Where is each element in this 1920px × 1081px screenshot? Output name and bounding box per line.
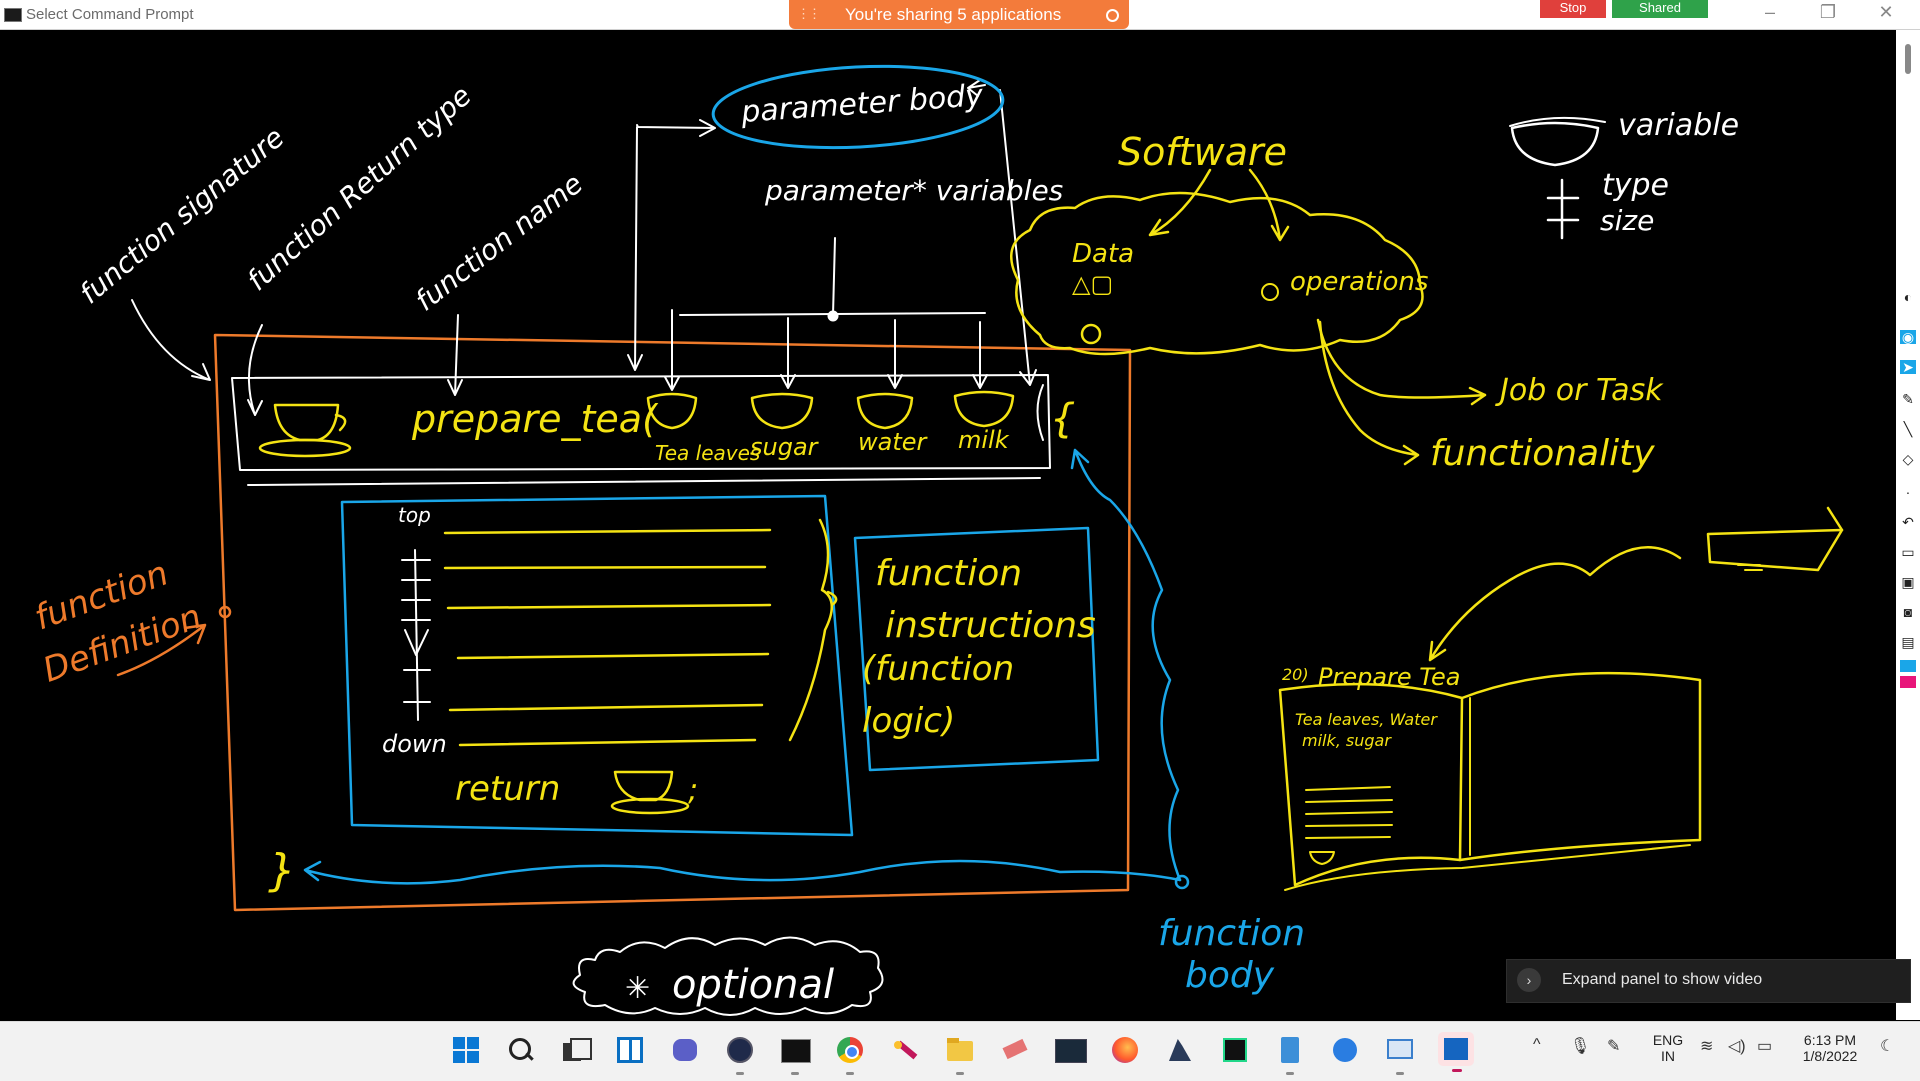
highlighter-icon[interactable]: ✎	[1900, 392, 1916, 406]
delete-icon[interactable]: ▭	[1900, 545, 1916, 559]
return-semicolon: ;	[688, 773, 698, 808]
chevron-right-icon[interactable]: ›	[1517, 968, 1541, 992]
clipboard-icon[interactable]: ▤	[1900, 635, 1916, 649]
screen-icon[interactable]: ▣	[1900, 575, 1916, 589]
label-function-body: function body	[1158, 913, 1305, 996]
param-sugar: sugar	[750, 433, 820, 461]
wifi-icon[interactable]: ≋	[1700, 1036, 1713, 1056]
drag-handle-icon[interactable]: ⋮⋮	[797, 6, 821, 22]
search-icon[interactable]	[505, 1035, 535, 1065]
color-pink-swatch[interactable]	[1900, 676, 1916, 688]
label-software: Software	[1118, 130, 1287, 174]
clock[interactable]: 6:13 PM 1/8/2022	[1790, 1032, 1870, 1064]
label-top: top	[398, 503, 431, 527]
teams-chat-icon[interactable]	[670, 1035, 700, 1065]
whiteboard-app-icon[interactable]	[1438, 1032, 1474, 1072]
file-explorer-icon[interactable]	[945, 1035, 975, 1075]
chrome-icon[interactable]	[835, 1035, 865, 1075]
param-tea-leaves: Tea leaves	[655, 441, 760, 465]
expand-video-text: Expand panel to show video	[1562, 971, 1763, 988]
line-icon[interactable]: ╲	[1900, 422, 1916, 436]
whiteboard-canvas[interactable]: function signature function Return type …	[0, 30, 1896, 1020]
window-title: Select Command Prompt	[26, 6, 194, 23]
taskbar: ^ 🎙 ✎ ENG IN ≋ ◁) ▭ 6:13 PM 1/8/2022 ☾	[0, 1021, 1920, 1081]
label-function-instructions: function instructions	[875, 553, 1096, 646]
command-prompt-icon	[4, 8, 22, 22]
volume-icon[interactable]: ◁)	[1728, 1036, 1746, 1056]
chevron-up-icon[interactable]: ^	[1533, 1036, 1541, 1054]
label-optional: optional	[672, 962, 834, 1008]
kali-icon[interactable]	[1165, 1035, 1195, 1065]
label-parameter-body: parameter body	[739, 78, 985, 130]
signature-function-name: prepare_tea(	[411, 397, 659, 441]
mysql-icon[interactable]	[1055, 1035, 1087, 1065]
book-ingredients-line2: milk, sugar	[1302, 731, 1392, 750]
param-milk: milk	[958, 426, 1010, 454]
language-code: ENG	[1652, 1032, 1684, 1048]
pointer-icon[interactable]: ➤	[1900, 360, 1916, 374]
maps-icon[interactable]	[1330, 1035, 1360, 1065]
label-type: type	[1602, 168, 1669, 203]
tool-rail: ◐ ◉ ➤ ✎ ╲ ◇ · ↶ ▭ ▣ ◙ ▤	[1896, 30, 1920, 1020]
book-title: Prepare Tea	[1318, 663, 1460, 691]
label-function-name: function name	[409, 167, 589, 318]
label-job-or-task: Job or Task	[1495, 373, 1664, 408]
param-water: water	[858, 428, 929, 456]
sharing-banner-text: You're sharing 5 applications	[845, 5, 1062, 24]
pycharm-icon[interactable]	[1220, 1035, 1250, 1065]
label-data: Data	[1072, 239, 1134, 269]
record-indicator-icon	[1106, 9, 1119, 22]
microphone-icon[interactable]: 🎙	[1570, 1036, 1590, 1056]
stop-sharing-button[interactable]: Stop	[1540, 0, 1606, 18]
label-size: size	[1600, 204, 1654, 237]
eraser-app-icon[interactable]	[1000, 1035, 1030, 1065]
language-indicator[interactable]: ENG IN	[1648, 1032, 1688, 1064]
sharing-banner[interactable]: ⋮⋮ You're sharing 5 applications	[789, 0, 1129, 29]
label-variable: variable	[1618, 108, 1739, 143]
star-icon: ✳	[625, 971, 650, 1006]
restore-icon[interactable]: ❐	[1808, 2, 1848, 23]
book-number: 20)	[1282, 665, 1309, 684]
eraser-icon[interactable]: ◇	[1900, 452, 1916, 466]
notepad-icon[interactable]	[1275, 1035, 1305, 1075]
label-function-definition: functionDefinition	[20, 548, 207, 691]
inner-body-box	[340, 494, 854, 837]
terminal-icon[interactable]	[780, 1035, 811, 1075]
remote-desktop-icon[interactable]	[1385, 1035, 1415, 1075]
minimize-icon[interactable]: –	[1750, 2, 1790, 23]
shared-status-button[interactable]: Shared	[1612, 0, 1708, 18]
expand-video-panel[interactable]: › Expand panel to show video	[1506, 959, 1911, 1003]
camera-icon[interactable]: ◙	[1900, 605, 1916, 619]
task-view-icon[interactable]	[560, 1035, 592, 1065]
open-brace: {	[1050, 396, 1075, 442]
eye-icon[interactable]: ◉	[1900, 330, 1916, 344]
pen-tray-icon[interactable]: ✎	[1607, 1036, 1620, 1056]
language-region: IN	[1661, 1048, 1675, 1064]
keyword-return: return	[455, 769, 560, 809]
close-brace: }	[268, 845, 296, 896]
paint-brush-icon[interactable]	[890, 1035, 920, 1065]
rail-scrollbar[interactable]	[1905, 44, 1911, 74]
pen-icon[interactable]: ◐	[1900, 290, 1916, 304]
color-blue-swatch[interactable]	[1900, 660, 1916, 672]
dot-icon[interactable]: ·	[1900, 485, 1916, 499]
label-parameter-variables: parameter* variables	[764, 174, 1063, 207]
label-operations: operations	[1290, 267, 1428, 297]
undo-icon[interactable]: ↶	[1900, 515, 1916, 529]
firefox-icon[interactable]	[1110, 1035, 1140, 1065]
label-down: down	[382, 730, 447, 758]
label-function-logic: (function logic)	[862, 649, 1014, 741]
close-icon[interactable]: ✕	[1866, 2, 1906, 23]
clock-date: 1/8/2022	[1802, 1048, 1858, 1064]
book-ingredients-line1: Tea leaves, Water	[1295, 710, 1438, 729]
start-icon[interactable]	[451, 1035, 481, 1065]
media-player-icon[interactable]	[725, 1035, 755, 1075]
battery-icon[interactable]: ▭	[1757, 1036, 1772, 1056]
notifications-icon[interactable]: ☾	[1880, 1036, 1894, 1056]
widgets-icon[interactable]	[615, 1035, 645, 1065]
clock-time: 6:13 PM	[1803, 1032, 1857, 1048]
window-titlebar: Select Command Prompt ⋮⋮ You're sharing …	[0, 0, 1920, 30]
label-functionality: functionality	[1430, 433, 1655, 474]
data-symbols-icon: △▢	[1072, 270, 1113, 298]
